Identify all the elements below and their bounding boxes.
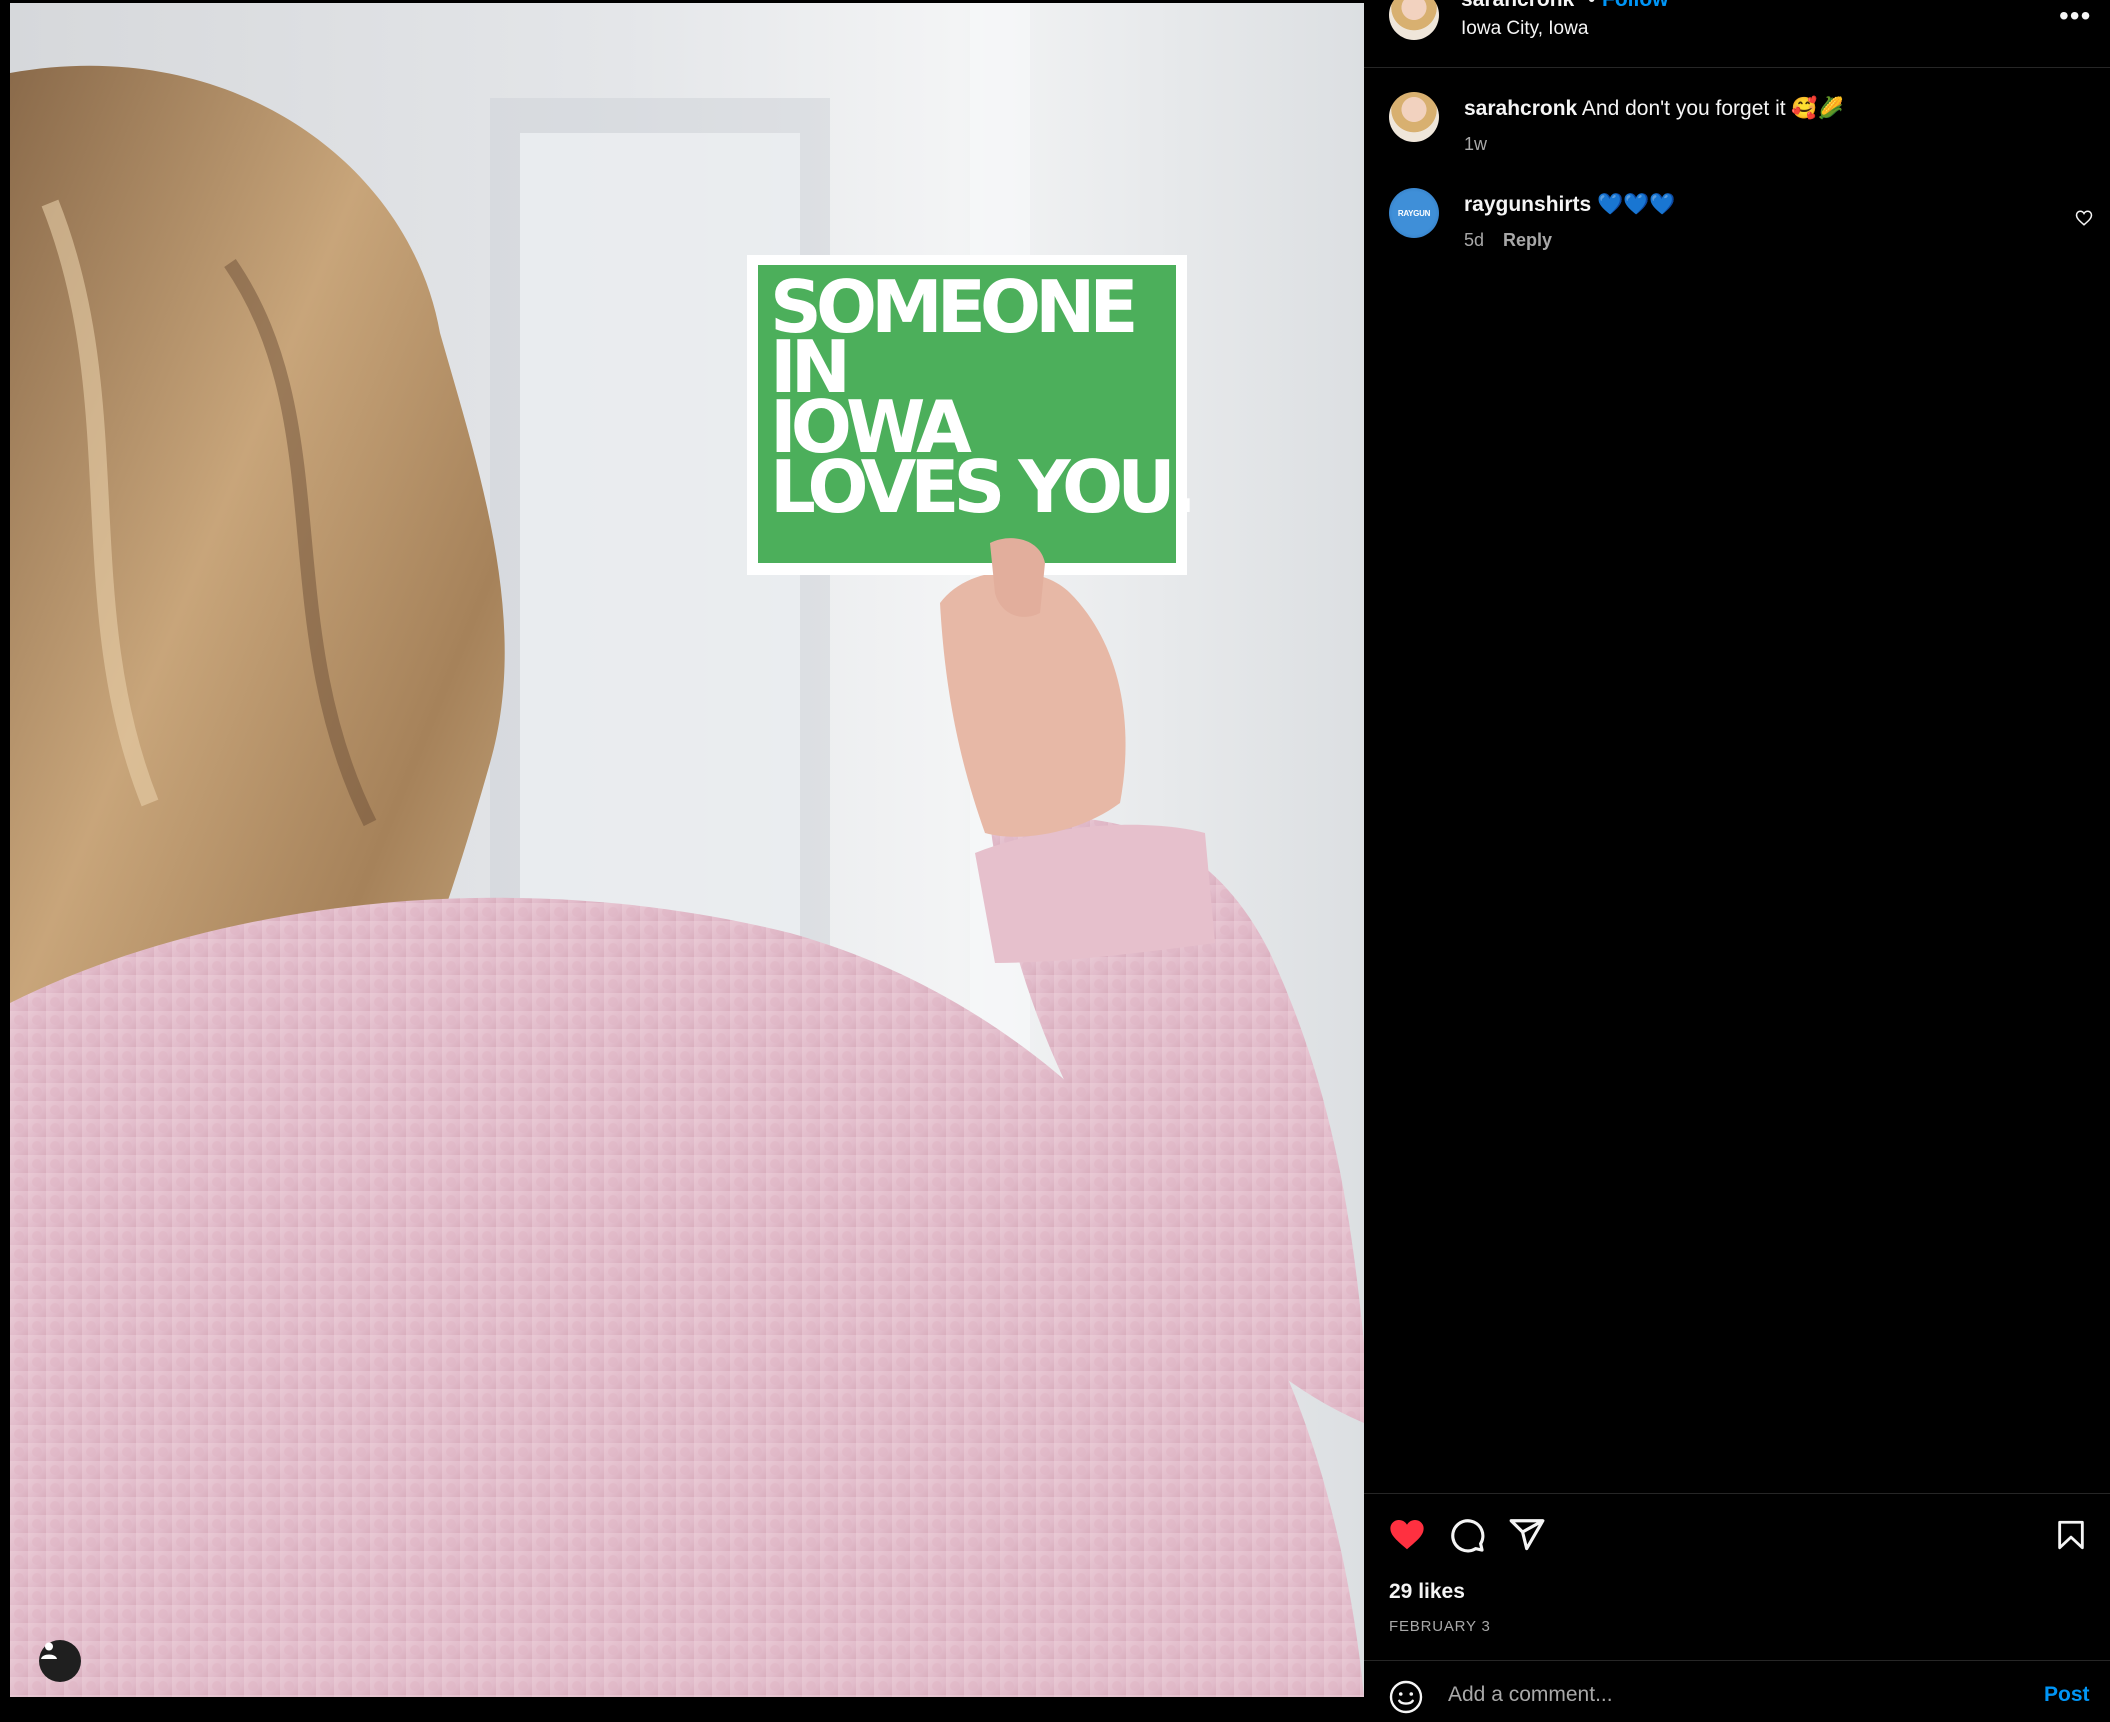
tagged-users-button[interactable] xyxy=(39,1640,81,1682)
comment-meta: 1w xyxy=(1464,134,1487,155)
card-text: SOMEONE IN IOWA LOVES YOU. xyxy=(770,271,1197,529)
separator-dot: • xyxy=(1588,0,1595,12)
author-username[interactable]: sarahcronk xyxy=(1461,0,1574,12)
avatar-logo-text: RAYGUN xyxy=(1397,208,1431,218)
card-line: LOVES YOU. xyxy=(770,445,1197,529)
like-comment-heart-icon[interactable] xyxy=(2075,209,2093,227)
comment-time[interactable]: 1w xyxy=(1464,134,1487,154)
heart-filled-icon[interactable] xyxy=(1388,1516,1426,1554)
share-icon[interactable] xyxy=(1508,1516,1546,1554)
more-options-button[interactable]: ••• xyxy=(2059,0,2091,32)
bookmark-icon[interactable] xyxy=(2054,1516,2088,1554)
post-date: FEBRUARY 3 xyxy=(1389,1618,1491,1635)
photo-illustration xyxy=(10,3,1364,1697)
comment-composer: Post xyxy=(1364,1660,2110,1722)
comment-text: 💙💙💙 xyxy=(1597,193,1676,216)
comment-body: sarahcronk And don't you forget it 🥰🌽 xyxy=(1464,96,1844,122)
post-photo[interactable]: SOMEONE IN IOWA LOVES YOU. xyxy=(10,3,1364,1697)
comment-username[interactable]: raygunshirts xyxy=(1464,193,1591,216)
commenter-avatar[interactable]: RAYGUN xyxy=(1389,188,1439,238)
emoji-icon[interactable] xyxy=(1388,1679,1424,1715)
post-comment-button[interactable]: Post xyxy=(2044,1683,2090,1707)
comment-icon[interactable] xyxy=(1448,1516,1486,1554)
comment-meta: 5d Reply xyxy=(1464,230,1552,251)
likes-count[interactable]: 29 likes xyxy=(1389,1580,1465,1604)
commenter-avatar[interactable] xyxy=(1389,92,1439,142)
post-details-panel: sarahcronk • Follow Iowa City, Iowa ••• … xyxy=(1364,0,2110,1722)
comment-input[interactable] xyxy=(1448,1679,1968,1711)
person-icon xyxy=(41,1642,57,1659)
comment-body: raygunshirts 💙💙💙 xyxy=(1464,192,1676,218)
comment-username[interactable]: sarahcronk xyxy=(1464,97,1577,120)
post-location[interactable]: Iowa City, Iowa xyxy=(1461,18,1588,40)
author-avatar[interactable] xyxy=(1389,0,1439,40)
comment-text: And don't you forget it 🥰🌽 xyxy=(1581,97,1844,120)
reply-button[interactable]: Reply xyxy=(1503,230,1552,250)
follow-button[interactable]: Follow xyxy=(1602,0,1669,12)
comment-time[interactable]: 5d xyxy=(1464,230,1484,250)
post-header: sarahcronk • Follow Iowa City, Iowa ••• xyxy=(1364,0,2110,68)
post-actions: 29 likes FEBRUARY 3 xyxy=(1364,1493,2110,1660)
